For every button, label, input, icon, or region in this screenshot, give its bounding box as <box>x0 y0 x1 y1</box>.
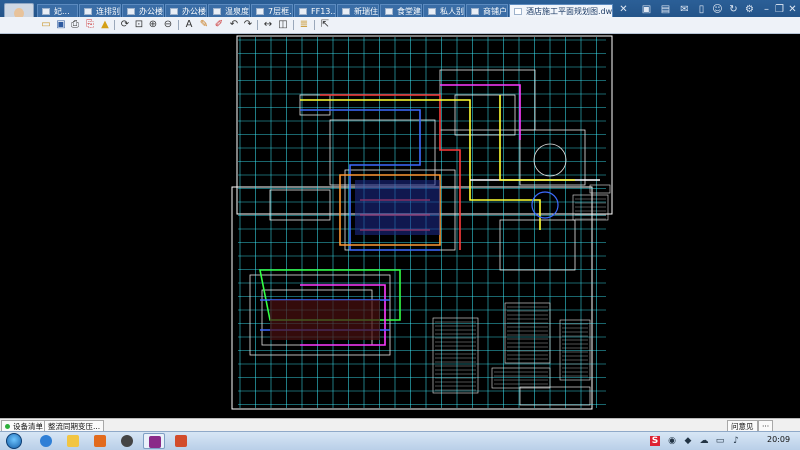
save-icon[interactable]: ▣ <box>55 19 67 31</box>
dwg-file-icon <box>471 8 479 15</box>
dwg-file-icon <box>256 8 264 15</box>
print-icon[interactable]: ⎙ <box>69 19 81 31</box>
legend-table <box>491 367 551 389</box>
restore-icon[interactable]: ❐ <box>774 4 785 15</box>
toolbar: ▭ ▣ ⎙ ⎘ ▲ ⟳ ⊡ ⊕ ⊖ A ✎ ✐ ↶ ↷ ↔ ◫ ≣ ⇱ <box>0 17 800 34</box>
undo-icon[interactable]: ↶ <box>228 19 240 31</box>
redo-icon[interactable]: ↷ <box>242 19 254 31</box>
tab-10[interactable]: 商铺户... <box>466 4 508 17</box>
tab-label: 新瑞住... <box>354 7 378 16</box>
tab-3[interactable]: 办公楼... <box>165 4 207 17</box>
minimize-icon[interactable]: – <box>761 4 772 15</box>
winrar-icon[interactable] <box>143 433 165 449</box>
refresh-icon[interactable]: ↻ <box>728 4 739 15</box>
dwg-file-icon <box>428 8 436 15</box>
building-outline <box>499 219 576 271</box>
tab-5[interactable]: 7层框... <box>251 4 293 17</box>
tab-2[interactable]: 办公楼... <box>122 4 164 17</box>
tab-6[interactable]: FF13... <box>294 4 336 17</box>
title-block <box>589 184 611 194</box>
ie-icon[interactable] <box>35 433 57 449</box>
mobile-icon[interactable]: ▯ <box>696 4 707 15</box>
legend-table <box>559 319 591 381</box>
tab-label: 商铺户... <box>483 7 507 16</box>
start-button[interactable] <box>3 432 25 450</box>
tab-active[interactable]: 酒店施工平面规划图.dwg <box>509 4 613 17</box>
building-outline <box>299 94 331 116</box>
title-block <box>519 386 591 406</box>
drawing-canvas[interactable] <box>0 34 800 418</box>
building-outline <box>454 94 516 136</box>
clock[interactable]: 20:09 <box>767 435 790 444</box>
layer-icon[interactable]: ≣ <box>298 19 310 31</box>
close-icon[interactable]: ✕ <box>787 4 798 15</box>
folder-icon[interactable]: ▤ <box>660 4 671 15</box>
explorer-icon[interactable] <box>62 433 84 449</box>
text-icon[interactable]: A <box>183 19 195 31</box>
zoom-window-icon[interactable]: ⊡ <box>133 19 145 31</box>
tab-8[interactable]: 食堂建... <box>380 4 422 17</box>
tab-label: 温泉度... <box>225 7 249 16</box>
tab-label: 7层框... <box>268 7 292 16</box>
tab-close-icon[interactable]: ✕ <box>618 4 629 15</box>
tab-label: 连排别... <box>96 7 120 16</box>
building-block <box>355 180 440 235</box>
tab-label: 酒店施工平面规划图.dwg <box>526 7 613 16</box>
network-icon[interactable]: ◉ <box>667 436 677 446</box>
dwg-file-icon <box>385 8 393 15</box>
cloud-icon[interactable]: ☁ <box>699 436 709 446</box>
dwg-file-icon <box>42 8 50 15</box>
tab-4[interactable]: 温泉度... <box>208 4 250 17</box>
rotate-icon[interactable]: ⟳ <box>119 19 131 31</box>
export-icon[interactable]: ⇱ <box>319 19 331 31</box>
tab-9[interactable]: 私人别... <box>423 4 465 17</box>
taskbar: S ◉ ◆ ☁ ▭ ♪ 20:09 <box>0 431 800 450</box>
tab-label: 办公楼... <box>139 7 163 16</box>
tab-label: 妃... <box>54 7 70 16</box>
mail-icon[interactable]: ✉ <box>679 4 690 15</box>
measure-icon[interactable]: ◫ <box>277 19 289 31</box>
open-icon[interactable]: ▭ <box>40 19 52 31</box>
cad-drawing[interactable] <box>0 34 800 418</box>
volume-icon[interactable]: ♪ <box>731 436 741 446</box>
building-outline <box>519 129 586 186</box>
building-block <box>270 300 380 340</box>
dimension-icon[interactable]: ↔ <box>262 19 274 31</box>
qq-icon[interactable] <box>116 433 138 449</box>
dwg-file-icon <box>342 8 350 15</box>
security-icon[interactable]: ◆ <box>683 436 693 446</box>
settings-icon[interactable]: ⚙ <box>744 4 755 15</box>
media-icon[interactable] <box>89 433 111 449</box>
cad-viewer-icon[interactable] <box>170 433 192 449</box>
window-icon[interactable]: ▣ <box>641 4 652 15</box>
windows-logo-icon <box>6 433 22 449</box>
dwg-file-icon <box>514 8 522 15</box>
lock-icon[interactable]: ▲ <box>99 19 111 31</box>
status-bar: 设备清单 整流同期变压... 问意见 ··· <box>0 418 800 433</box>
pipe-route <box>440 84 521 140</box>
dwg-file-icon <box>170 8 178 15</box>
dwg-file-icon <box>299 8 307 15</box>
tab-label: FF13... <box>311 7 336 16</box>
zoom-in-icon[interactable]: ⊕ <box>147 19 159 31</box>
tab-1[interactable]: 连排别... <box>79 4 121 17</box>
tab-0[interactable]: 妃... <box>37 4 78 17</box>
tab-label: 食堂建... <box>397 7 421 16</box>
tab-label: 私人别... <box>440 7 464 16</box>
tab-7[interactable]: 新瑞住... <box>337 4 379 17</box>
pencil-icon[interactable]: ✎ <box>198 19 210 31</box>
legend-table <box>504 302 551 364</box>
status-dot-icon <box>5 424 10 429</box>
monitor-icon[interactable]: ▭ <box>715 436 725 446</box>
ime-icon[interactable]: S <box>650 436 660 446</box>
zoom-out-icon[interactable]: ⊖ <box>162 19 174 31</box>
user-icon[interactable]: ☺ <box>712 4 723 15</box>
dwg-file-icon <box>213 8 221 15</box>
print-preview-icon[interactable]: ⎘ <box>84 19 96 31</box>
dwg-file-icon <box>127 8 135 15</box>
tab-label: 办公楼... <box>182 7 206 16</box>
marker-icon[interactable]: ✐ <box>213 19 225 31</box>
dwg-file-icon <box>84 8 92 15</box>
